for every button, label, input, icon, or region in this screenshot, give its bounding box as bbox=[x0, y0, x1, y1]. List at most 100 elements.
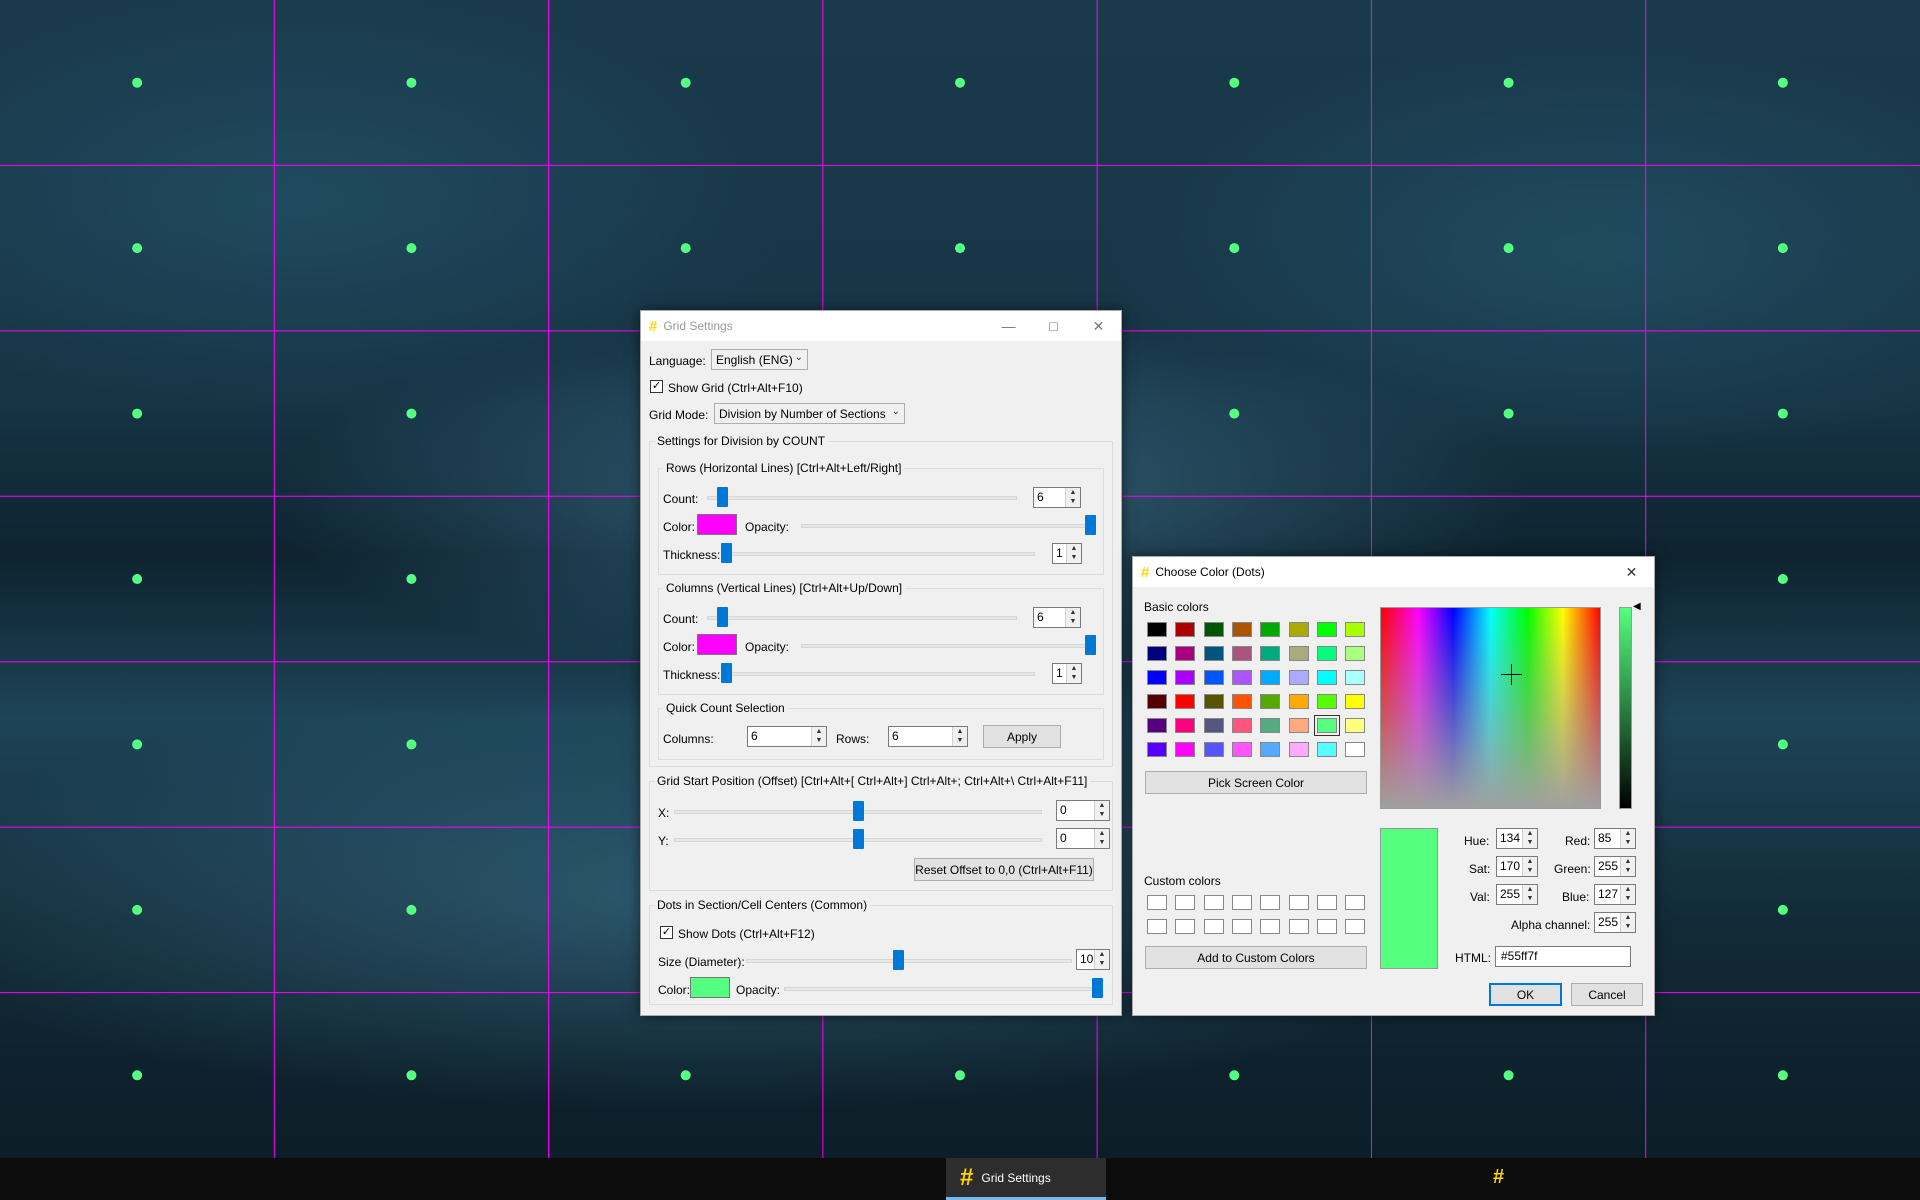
basic-color-swatch[interactable] bbox=[1175, 742, 1196, 757]
dot-size-slider-track[interactable] bbox=[746, 959, 1072, 963]
spin-arrows-icon[interactable]: ▲ ▼ bbox=[1066, 664, 1081, 683]
basic-color-swatch[interactable] bbox=[1203, 718, 1224, 733]
basic-color-swatch[interactable] bbox=[1345, 742, 1366, 757]
custom-color-swatch[interactable] bbox=[1175, 895, 1196, 910]
quick-rows-spinbox[interactable]: 6 ▲ ▼ bbox=[888, 726, 968, 747]
ok-button[interactable]: OK bbox=[1489, 983, 1562, 1006]
basic-color-swatch[interactable] bbox=[1345, 670, 1366, 685]
basic-color-swatch[interactable] bbox=[1175, 694, 1196, 709]
basic-color-swatch[interactable] bbox=[1345, 718, 1366, 733]
basic-color-swatch[interactable] bbox=[1175, 670, 1196, 685]
columns-count-spinbox[interactable]: 6 ▲ ▼ bbox=[1033, 607, 1081, 628]
basic-color-swatch[interactable] bbox=[1288, 742, 1309, 757]
color-dialog-titlebar[interactable]: # Choose Color (Dots) ✕ bbox=[1133, 557, 1654, 587]
basic-color-swatch[interactable] bbox=[1203, 622, 1224, 637]
basic-color-swatch[interactable] bbox=[1147, 646, 1167, 661]
rows-count-slider-track[interactable] bbox=[707, 496, 1017, 500]
dots-color-swatch[interactable] bbox=[690, 977, 730, 998]
custom-color-swatch[interactable] bbox=[1345, 895, 1366, 910]
spin-arrows-icon[interactable]: ▲ ▼ bbox=[1522, 857, 1537, 876]
add-custom-colors-button[interactable]: Add to Custom Colors bbox=[1145, 946, 1367, 969]
custom-color-swatch[interactable] bbox=[1147, 895, 1167, 910]
basic-color-swatch[interactable] bbox=[1260, 742, 1281, 757]
spin-arrows-icon[interactable]: ▲ ▼ bbox=[1620, 829, 1635, 848]
custom-color-swatch[interactable] bbox=[1288, 895, 1309, 910]
basic-color-swatch[interactable] bbox=[1147, 718, 1167, 733]
reset-offset-button[interactable]: Reset Offset to 0,0 (Ctrl+Alt+F11) bbox=[914, 858, 1094, 881]
custom-color-swatch[interactable] bbox=[1231, 919, 1252, 934]
custom-color-swatch[interactable] bbox=[1260, 895, 1281, 910]
basic-color-swatch[interactable] bbox=[1260, 670, 1281, 685]
tray-hash-icon[interactable]: # bbox=[1493, 1166, 1504, 1189]
basic-color-swatch[interactable] bbox=[1316, 646, 1337, 661]
basic-color-swatch[interactable] bbox=[1316, 622, 1337, 637]
basic-color-swatch[interactable] bbox=[1231, 646, 1252, 661]
basic-color-swatch[interactable] bbox=[1288, 670, 1309, 685]
custom-color-swatch[interactable] bbox=[1316, 895, 1337, 910]
spin-arrows-icon[interactable]: ▲ ▼ bbox=[1065, 488, 1080, 507]
dots-opacity-slider-thumb[interactable] bbox=[1092, 978, 1103, 998]
rows-opacity-slider-thumb[interactable] bbox=[1085, 515, 1096, 535]
columns-color-swatch[interactable] bbox=[697, 634, 737, 655]
spin-arrows-icon[interactable]: ▲ ▼ bbox=[1620, 857, 1635, 876]
minimize-button[interactable]: — bbox=[986, 311, 1031, 341]
columns-opacity-slider-track[interactable] bbox=[801, 644, 1095, 648]
dots-opacity-slider-track[interactable] bbox=[784, 987, 1102, 991]
spin-arrows-icon[interactable]: ▲ ▼ bbox=[1094, 829, 1109, 848]
blue-spinbox[interactable]: 127 ▲ ▼ bbox=[1594, 884, 1636, 905]
alpha-spinbox[interactable]: 255 ▲ ▼ bbox=[1594, 912, 1636, 933]
columns-opacity-slider-thumb[interactable] bbox=[1085, 635, 1096, 655]
spin-arrows-icon[interactable]: ▲ ▼ bbox=[1065, 608, 1080, 627]
columns-count-slider-thumb[interactable] bbox=[717, 607, 728, 627]
hue-saturation-picker[interactable] bbox=[1380, 607, 1601, 809]
spin-arrows-icon[interactable]: ▲ ▼ bbox=[1066, 544, 1081, 563]
dot-size-slider-thumb[interactable] bbox=[893, 950, 904, 970]
basic-color-swatch[interactable] bbox=[1316, 742, 1337, 757]
close-button[interactable]: ✕ bbox=[1609, 557, 1654, 587]
basic-color-swatch[interactable] bbox=[1316, 694, 1337, 709]
columns-thickness-spinbox[interactable]: 1 ▲ ▼ bbox=[1052, 663, 1082, 684]
basic-color-swatch[interactable] bbox=[1288, 646, 1309, 661]
spin-arrows-icon[interactable]: ▲ ▼ bbox=[1620, 885, 1635, 904]
custom-color-swatch[interactable] bbox=[1288, 919, 1309, 934]
basic-color-swatch[interactable] bbox=[1260, 718, 1281, 733]
custom-color-swatch[interactable] bbox=[1203, 895, 1224, 910]
language-select[interactable]: English (ENG) ⌄ bbox=[711, 349, 808, 370]
basic-color-swatch[interactable] bbox=[1231, 622, 1252, 637]
columns-thickness-slider-thumb[interactable] bbox=[721, 663, 732, 683]
show-dots-checkbox[interactable]: ✓ bbox=[660, 926, 673, 939]
show-grid-checkbox[interactable]: ✓ bbox=[650, 380, 663, 393]
basic-color-swatch[interactable] bbox=[1147, 622, 1167, 637]
basic-color-swatch[interactable] bbox=[1288, 622, 1309, 637]
green-spinbox[interactable]: 255 ▲ ▼ bbox=[1594, 856, 1636, 877]
basic-color-swatch[interactable] bbox=[1231, 718, 1252, 733]
dot-size-spinbox[interactable]: 10 ▲ ▼ bbox=[1076, 949, 1110, 970]
basic-color-swatch[interactable] bbox=[1313, 715, 1340, 736]
close-button[interactable]: ✕ bbox=[1076, 311, 1121, 341]
basic-color-swatch[interactable] bbox=[1260, 622, 1281, 637]
grid-settings-titlebar[interactable]: # Grid Settings — □ ✕ bbox=[641, 311, 1121, 341]
quick-columns-spinbox[interactable]: 6 ▲ ▼ bbox=[747, 726, 827, 747]
rows-count-spinbox[interactable]: 6 ▲ ▼ bbox=[1033, 487, 1081, 508]
rows-count-slider-thumb[interactable] bbox=[717, 487, 728, 507]
spin-arrows-icon[interactable]: ▲ ▼ bbox=[1094, 950, 1109, 969]
spin-arrows-icon[interactable]: ▲ ▼ bbox=[952, 727, 967, 746]
spin-arrows-icon[interactable]: ▲ ▼ bbox=[811, 727, 826, 746]
basic-color-swatch[interactable] bbox=[1345, 622, 1366, 637]
basic-color-swatch[interactable] bbox=[1175, 646, 1196, 661]
html-input[interactable]: #55ff7f bbox=[1495, 946, 1631, 967]
rows-color-swatch[interactable] bbox=[697, 514, 737, 535]
columns-count-slider-track[interactable] bbox=[707, 616, 1017, 620]
value-slider[interactable] bbox=[1619, 607, 1632, 809]
basic-color-swatch[interactable] bbox=[1316, 670, 1337, 685]
custom-color-swatch[interactable] bbox=[1316, 919, 1337, 934]
basic-color-swatch[interactable] bbox=[1231, 694, 1252, 709]
basic-color-swatch[interactable] bbox=[1147, 670, 1167, 685]
grid-mode-select[interactable]: Division by Number of Sections ⌄ bbox=[714, 403, 905, 424]
spin-arrows-icon[interactable]: ▲ ▼ bbox=[1620, 913, 1635, 932]
custom-color-swatch[interactable] bbox=[1175, 919, 1196, 934]
basic-color-swatch[interactable] bbox=[1203, 742, 1224, 757]
spin-arrows-icon[interactable]: ▲ ▼ bbox=[1094, 801, 1109, 820]
basic-color-swatch[interactable] bbox=[1288, 718, 1309, 733]
value-pointer-icon[interactable]: ◀ bbox=[1633, 601, 1641, 612]
